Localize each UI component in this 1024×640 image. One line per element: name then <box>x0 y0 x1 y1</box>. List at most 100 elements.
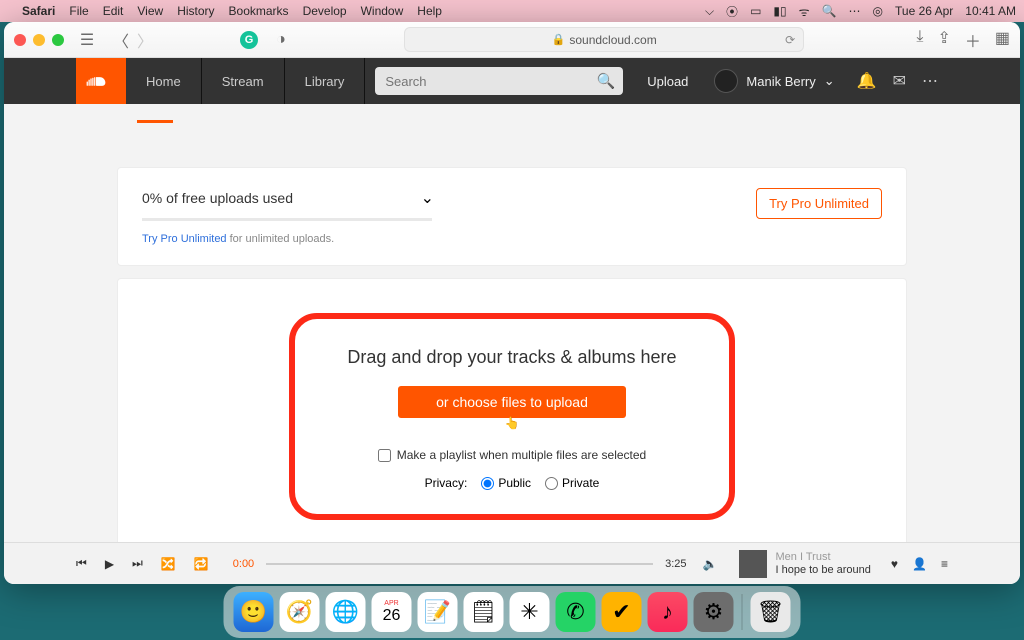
notifications-icon[interactable]: 🔔 <box>857 71 877 91</box>
privacy-public-radio[interactable] <box>481 477 494 490</box>
menu-bookmarks[interactable]: Bookmarks <box>229 4 289 18</box>
user-menu[interactable]: Manik Berry ⌄ <box>702 58 846 104</box>
url-host: soundcloud.com <box>569 33 656 47</box>
menu-history[interactable]: History <box>177 4 214 18</box>
volume-icon[interactable]: 🔈 <box>703 557 718 571</box>
make-playlist-checkbox[interactable] <box>378 449 391 462</box>
dock-settings[interactable]: ⚙ <box>694 592 734 632</box>
track-artwork <box>739 550 767 578</box>
soundcloud-logo[interactable] <box>76 58 126 104</box>
forward-button[interactable]: 〉 <box>134 29 156 51</box>
upload-card: Drag and drop your tracks & albums here … <box>117 278 907 542</box>
dock-trash[interactable]: 🗑 <box>751 592 791 632</box>
quota-progress-bar <box>142 218 432 221</box>
dropzone-headline: Drag and drop your tracks & albums here <box>347 347 676 368</box>
cloud-icon <box>86 74 116 89</box>
dock-safari[interactable]: 🧭 <box>280 592 320 632</box>
menu-file[interactable]: File <box>69 4 88 18</box>
dock-ticktick[interactable]: ✔ <box>602 592 642 632</box>
mac-menubar: Safari File Edit View History Bookmarks … <box>0 0 1024 22</box>
chevron-down-icon: ⌄ <box>824 73 835 89</box>
upload-quota-card: 0% of free uploads used ⌄ Try Pro Unlimi… <box>117 167 907 266</box>
nav-home[interactable]: Home <box>126 58 202 104</box>
menu-view[interactable]: View <box>137 4 163 18</box>
new-tab-icon[interactable]: ＋ <box>965 28 981 52</box>
menubar-time[interactable]: 10:41 AM <box>965 4 1016 18</box>
chevron-down-icon[interactable]: ⌄ <box>421 188 434 208</box>
dock-separator <box>742 594 743 630</box>
track-artist: Men I Trust <box>775 551 870 564</box>
reload-icon[interactable]: ⟳ <box>785 33 795 47</box>
dock-music[interactable]: ♪ <box>648 592 688 632</box>
privacy-public[interactable]: Public <box>481 476 531 490</box>
bluetooth-icon[interactable]: ⌵ <box>705 4 714 19</box>
dock-whatsapp[interactable]: ✆ <box>556 592 596 632</box>
control-center-icon[interactable]: ⋯ <box>849 4 861 18</box>
dock-reminders[interactable]: 📝 <box>418 592 458 632</box>
menu-window[interactable]: Window <box>361 4 404 18</box>
track-title: I hope to be around <box>775 564 870 577</box>
repeat-icon[interactable]: 🔁 <box>194 557 209 571</box>
quota-subtext: Try Pro Unlimited for unlimited uploads. <box>142 233 434 245</box>
queue-icon[interactable]: ≡ <box>941 557 948 571</box>
close-window-button[interactable] <box>14 34 26 46</box>
downloads-icon[interactable]: ⤓ <box>916 28 923 52</box>
make-playlist-row[interactable]: Make a playlist when multiple files are … <box>378 448 646 462</box>
screenrec-icon[interactable]: ⦿ <box>726 3 738 20</box>
quota-title: 0% of free uploads used <box>142 190 293 206</box>
try-pro-link[interactable]: Try Pro Unlimited <box>142 233 227 245</box>
sidebar-toggle-icon[interactable]: ☰ <box>76 29 98 51</box>
privacy-row: Privacy: Public Private <box>425 476 600 490</box>
address-bar[interactable]: 🔒 soundcloud.com ⟳ <box>404 27 804 52</box>
dock-finder[interactable]: 🙂 <box>234 592 274 632</box>
menu-develop[interactable]: Develop <box>303 4 347 18</box>
back-button[interactable]: 〈 <box>110 29 132 51</box>
display-icon[interactable]: ▭ <box>750 4 761 18</box>
menubar-date[interactable]: Tue 26 Apr <box>895 4 953 18</box>
menu-help[interactable]: Help <box>417 4 442 18</box>
shuffle-icon[interactable]: 🔀 <box>161 557 176 571</box>
battery-icon[interactable]: ▮▯ <box>773 4 786 18</box>
upload-dropzone[interactable]: Drag and drop your tracks & albums here … <box>289 313 734 520</box>
privacy-private[interactable]: Private <box>545 476 599 490</box>
choose-files-button[interactable]: or choose files to upload <box>398 386 626 418</box>
minimize-window-button[interactable] <box>33 34 45 46</box>
prev-track-icon[interactable]: ⏮ <box>76 556 87 571</box>
next-track-icon[interactable]: ⏭ <box>132 556 143 571</box>
grammarly-extension-icon[interactable]: G <box>240 31 258 49</box>
spotlight-icon[interactable]: 🔍 <box>822 4 837 18</box>
more-menu-icon[interactable]: ⋯ <box>922 71 938 91</box>
dock-calendar[interactable]: APR26 <box>372 592 412 632</box>
fullscreen-window-button[interactable] <box>52 34 64 46</box>
now-playing[interactable]: Men I Trust I hope to be around <box>739 550 870 578</box>
siri-icon[interactable]: ◎ <box>873 4 883 18</box>
elapsed-time: 0:00 <box>233 558 254 570</box>
dock-chrome[interactable]: 🌐 <box>326 592 366 632</box>
lock-icon: 🔒 <box>552 33 566 46</box>
dock-slack[interactable]: ✳ <box>510 592 550 632</box>
upload-link[interactable]: Upload <box>633 58 702 104</box>
cursor-icon: 👆 <box>505 416 520 430</box>
following-icon[interactable]: 👤 <box>912 557 927 571</box>
search-box[interactable]: 🔍 <box>375 67 623 95</box>
dock-notes[interactable]: 🗒 <box>464 592 504 632</box>
try-pro-button[interactable]: Try Pro Unlimited <box>756 188 882 219</box>
play-icon[interactable]: ▶ <box>105 557 114 571</box>
search-input[interactable] <box>385 74 613 89</box>
menubar-app-name[interactable]: Safari <box>22 4 55 18</box>
like-icon[interactable]: ♥ <box>891 557 898 571</box>
wifi-icon[interactable]: ᯤ <box>799 3 810 20</box>
page-content: 0% of free uploads used ⌄ Try Pro Unlimi… <box>4 104 1020 542</box>
messages-icon[interactable]: ✉ <box>893 71 906 91</box>
menu-edit[interactable]: Edit <box>103 4 124 18</box>
nav-stream[interactable]: Stream <box>202 58 285 104</box>
progress-bar[interactable] <box>266 563 653 565</box>
search-icon[interactable]: 🔍 <box>597 72 616 90</box>
active-tab-indicator <box>137 120 173 123</box>
tab-overview-icon[interactable]: ▦ <box>995 28 1010 52</box>
privacy-private-radio[interactable] <box>545 477 558 490</box>
privacy-report-icon[interactable]: ◑ <box>270 29 292 51</box>
safari-toolbar: ☰ 〈 〉 G ◑ 🔒 soundcloud.com ⟳ ⤓ ⇪ ＋ ▦ <box>4 22 1020 58</box>
nav-library[interactable]: Library <box>285 58 366 104</box>
share-icon[interactable]: ⇪ <box>937 28 950 52</box>
